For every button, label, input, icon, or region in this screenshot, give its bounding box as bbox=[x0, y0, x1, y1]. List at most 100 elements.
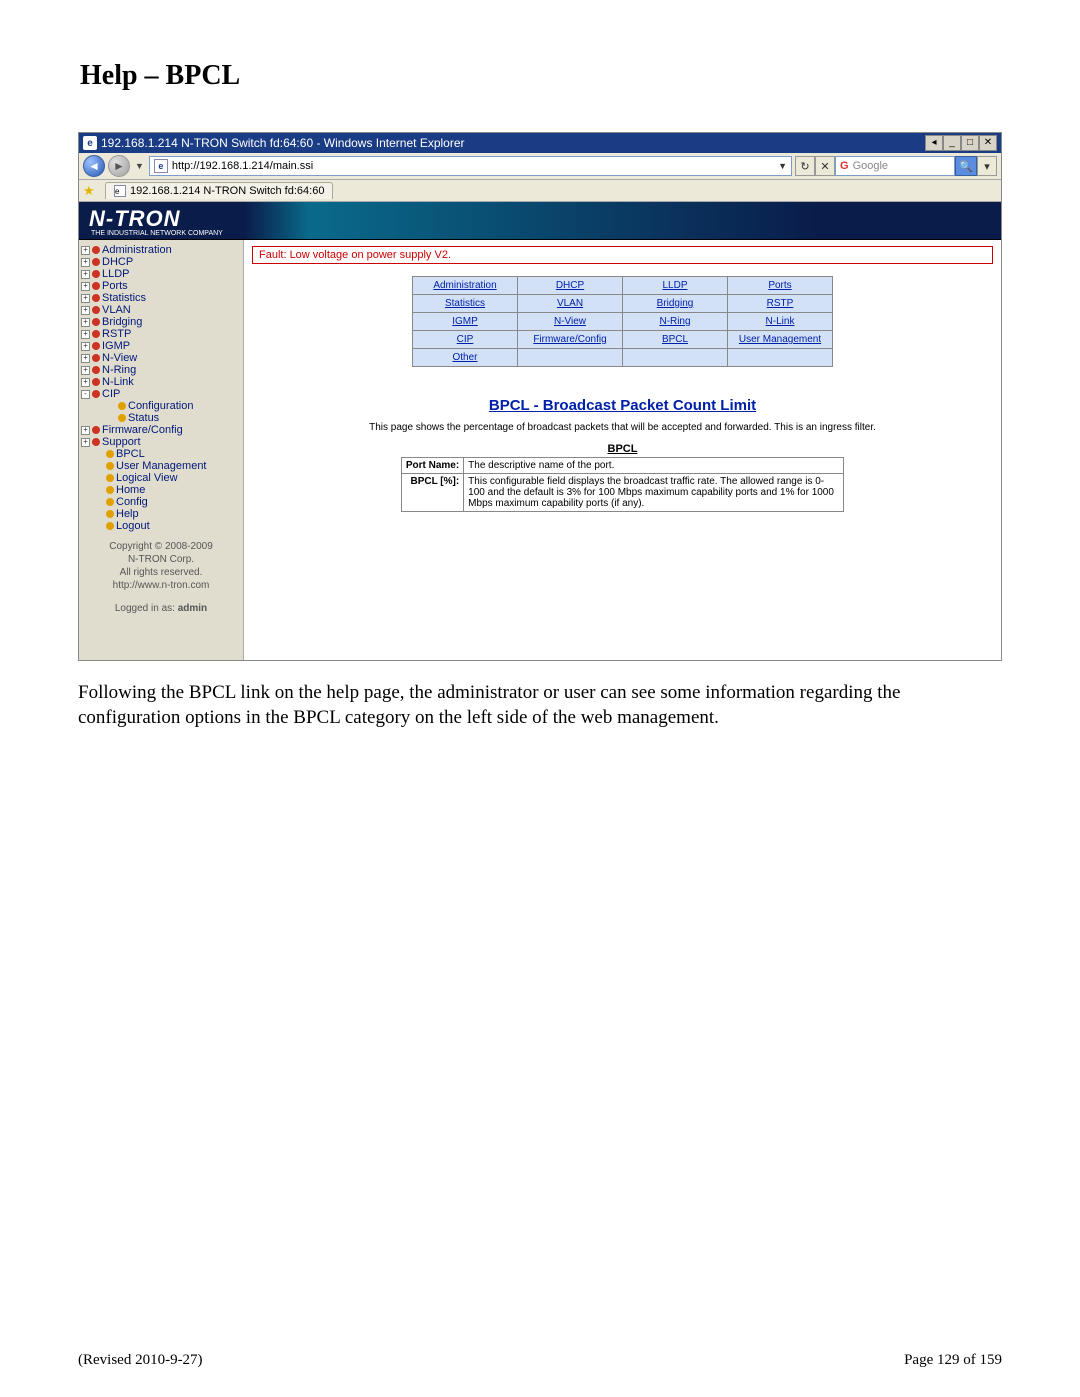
sidebar-item[interactable]: +Bridging bbox=[81, 316, 241, 328]
sidebar-item[interactable]: +Administration bbox=[81, 244, 241, 256]
help-link[interactable]: N-Link bbox=[766, 316, 795, 327]
sidebar-item[interactable]: +LLDP bbox=[81, 268, 241, 280]
help-link[interactable]: LLDP bbox=[662, 280, 687, 291]
tab-title-text: 192.168.1.214 N-TRON Switch fd:64:60 bbox=[130, 185, 324, 197]
help-link-cell[interactable]: Statistics bbox=[413, 295, 518, 313]
expand-collapse-icon[interactable]: + bbox=[81, 342, 90, 351]
section-intro: This page shows the percentage of broadc… bbox=[252, 422, 993, 433]
help-link[interactable]: VLAN bbox=[557, 298, 583, 309]
expand-collapse-icon[interactable]: + bbox=[81, 270, 90, 279]
help-link[interactable]: IGMP bbox=[452, 316, 478, 327]
help-link[interactable]: Ports bbox=[768, 280, 791, 291]
help-link-cell[interactable]: Firmware/Config bbox=[518, 331, 623, 349]
expand-collapse-icon[interactable]: + bbox=[81, 306, 90, 315]
help-link[interactable]: Statistics bbox=[445, 298, 485, 309]
help-link-cell[interactable]: BPCL bbox=[623, 331, 728, 349]
sidebar-item[interactable]: Configuration bbox=[105, 400, 241, 412]
search-box[interactable]: G Google bbox=[835, 156, 955, 176]
sidebar-item-label: Logical View bbox=[116, 472, 178, 484]
sidebar-item[interactable]: User Management bbox=[93, 460, 241, 472]
expand-collapse-icon[interactable]: + bbox=[81, 294, 90, 303]
help-link-cell[interactable]: N-Ring bbox=[623, 313, 728, 331]
close-button[interactable]: ✕ bbox=[979, 135, 997, 151]
help-link[interactable]: CIP bbox=[457, 334, 474, 345]
sidebar-item[interactable]: +IGMP bbox=[81, 340, 241, 352]
search-dropdown-icon[interactable]: ▾ bbox=[977, 156, 997, 176]
help-link[interactable]: RSTP bbox=[767, 298, 794, 309]
help-link[interactable]: Firmware/Config bbox=[533, 334, 606, 345]
help-link-cell[interactable]: Ports bbox=[728, 277, 833, 295]
sidebar-item[interactable]: BPCL bbox=[93, 448, 241, 460]
help-link[interactable]: Bridging bbox=[657, 298, 694, 309]
sidebar-item[interactable]: +Ports bbox=[81, 280, 241, 292]
sidebar-item[interactable]: Home bbox=[93, 484, 241, 496]
help-link-cell bbox=[728, 349, 833, 367]
help-link-cell[interactable]: IGMP bbox=[413, 313, 518, 331]
sidebar-item[interactable]: +N-View bbox=[81, 352, 241, 364]
browser-tab[interactable]: e 192.168.1.214 N-TRON Switch fd:64:60 bbox=[105, 182, 333, 199]
help-link-cell[interactable]: N-Link bbox=[728, 313, 833, 331]
minimize-button[interactable]: _ bbox=[943, 135, 961, 151]
expand-collapse-icon[interactable]: + bbox=[81, 282, 90, 291]
help-link-cell[interactable]: Bridging bbox=[623, 295, 728, 313]
help-link-cell[interactable]: VLAN bbox=[518, 295, 623, 313]
help-link[interactable]: User Management bbox=[739, 334, 821, 345]
sidebar-item-label: User Management bbox=[116, 460, 207, 472]
sidebar-item[interactable]: +DHCP bbox=[81, 256, 241, 268]
help-link-cell bbox=[518, 349, 623, 367]
help-link[interactable]: Administration bbox=[433, 280, 496, 291]
expand-collapse-icon[interactable]: - bbox=[81, 390, 90, 399]
sidebar-item[interactable]: +Statistics bbox=[81, 292, 241, 304]
history-dropdown-icon[interactable]: ▼ bbox=[133, 161, 146, 171]
refresh-button[interactable]: ↻ bbox=[795, 156, 815, 176]
expand-collapse-icon[interactable]: + bbox=[81, 378, 90, 387]
expand-collapse-icon[interactable]: + bbox=[81, 246, 90, 255]
body-paragraph: Following the BPCL link on the help page… bbox=[78, 681, 1002, 730]
help-link-cell[interactable]: RSTP bbox=[728, 295, 833, 313]
sidebar-item[interactable]: Logout bbox=[93, 520, 241, 532]
sidebar-item[interactable]: -CIP bbox=[81, 388, 241, 400]
expand-collapse-icon[interactable]: + bbox=[81, 318, 90, 327]
sidebar-item-label: Help bbox=[116, 508, 139, 520]
help-link-cell[interactable]: LLDP bbox=[623, 277, 728, 295]
help-link[interactable]: BPCL bbox=[662, 334, 688, 345]
help-link-cell[interactable]: CIP bbox=[413, 331, 518, 349]
help-link[interactable]: Other bbox=[452, 352, 477, 363]
sidebar-item[interactable]: Logical View bbox=[93, 472, 241, 484]
help-link[interactable]: N-Ring bbox=[659, 316, 690, 327]
help-link[interactable]: DHCP bbox=[556, 280, 584, 291]
sidebar-item[interactable]: +Support bbox=[81, 436, 241, 448]
sidebar-item[interactable]: Status bbox=[105, 412, 241, 424]
forward-button[interactable]: ► bbox=[108, 155, 130, 177]
expand-collapse-icon[interactable]: + bbox=[81, 366, 90, 375]
logged-in-user: admin bbox=[178, 603, 207, 614]
sidebar-nav: +Administration+DHCP+LLDP+Ports+Statisti… bbox=[79, 240, 244, 660]
help-link-cell[interactable]: Other bbox=[413, 349, 518, 367]
back-button[interactable]: ◄ bbox=[83, 155, 105, 177]
sidebar-item[interactable]: +Firmware/Config bbox=[81, 424, 241, 436]
expand-collapse-icon[interactable]: + bbox=[81, 258, 90, 267]
sidebar-item[interactable]: +VLAN bbox=[81, 304, 241, 316]
stop-button[interactable]: ✕ bbox=[815, 156, 835, 176]
sidebar-item[interactable]: Help bbox=[93, 508, 241, 520]
address-bar[interactable]: e http://192.168.1.214/main.ssi ▼ bbox=[149, 156, 792, 176]
expand-collapse-icon[interactable]: + bbox=[81, 354, 90, 363]
help-link-cell[interactable]: User Management bbox=[728, 331, 833, 349]
sidebar-item[interactable]: +N-Ring bbox=[81, 364, 241, 376]
help-link-cell[interactable]: DHCP bbox=[518, 277, 623, 295]
help-link-cell[interactable]: Administration bbox=[413, 277, 518, 295]
expand-collapse-icon[interactable]: + bbox=[81, 438, 90, 447]
sidebar-item[interactable]: Config bbox=[93, 496, 241, 508]
maximize-button[interactable]: □ bbox=[961, 135, 979, 151]
help-link-cell[interactable]: N-View bbox=[518, 313, 623, 331]
sidebar-item[interactable]: +RSTP bbox=[81, 328, 241, 340]
bullet-icon bbox=[92, 366, 100, 374]
favorites-star-icon[interactable]: ★ bbox=[83, 183, 99, 199]
expand-collapse-icon[interactable]: + bbox=[81, 426, 90, 435]
search-button[interactable]: 🔍 bbox=[955, 156, 977, 176]
help-link[interactable]: N-View bbox=[554, 316, 586, 327]
address-dropdown-icon[interactable]: ▼ bbox=[778, 161, 787, 171]
scroll-left-button[interactable]: ◂ bbox=[925, 135, 943, 151]
expand-collapse-icon[interactable]: + bbox=[81, 330, 90, 339]
sidebar-item[interactable]: +N-Link bbox=[81, 376, 241, 388]
